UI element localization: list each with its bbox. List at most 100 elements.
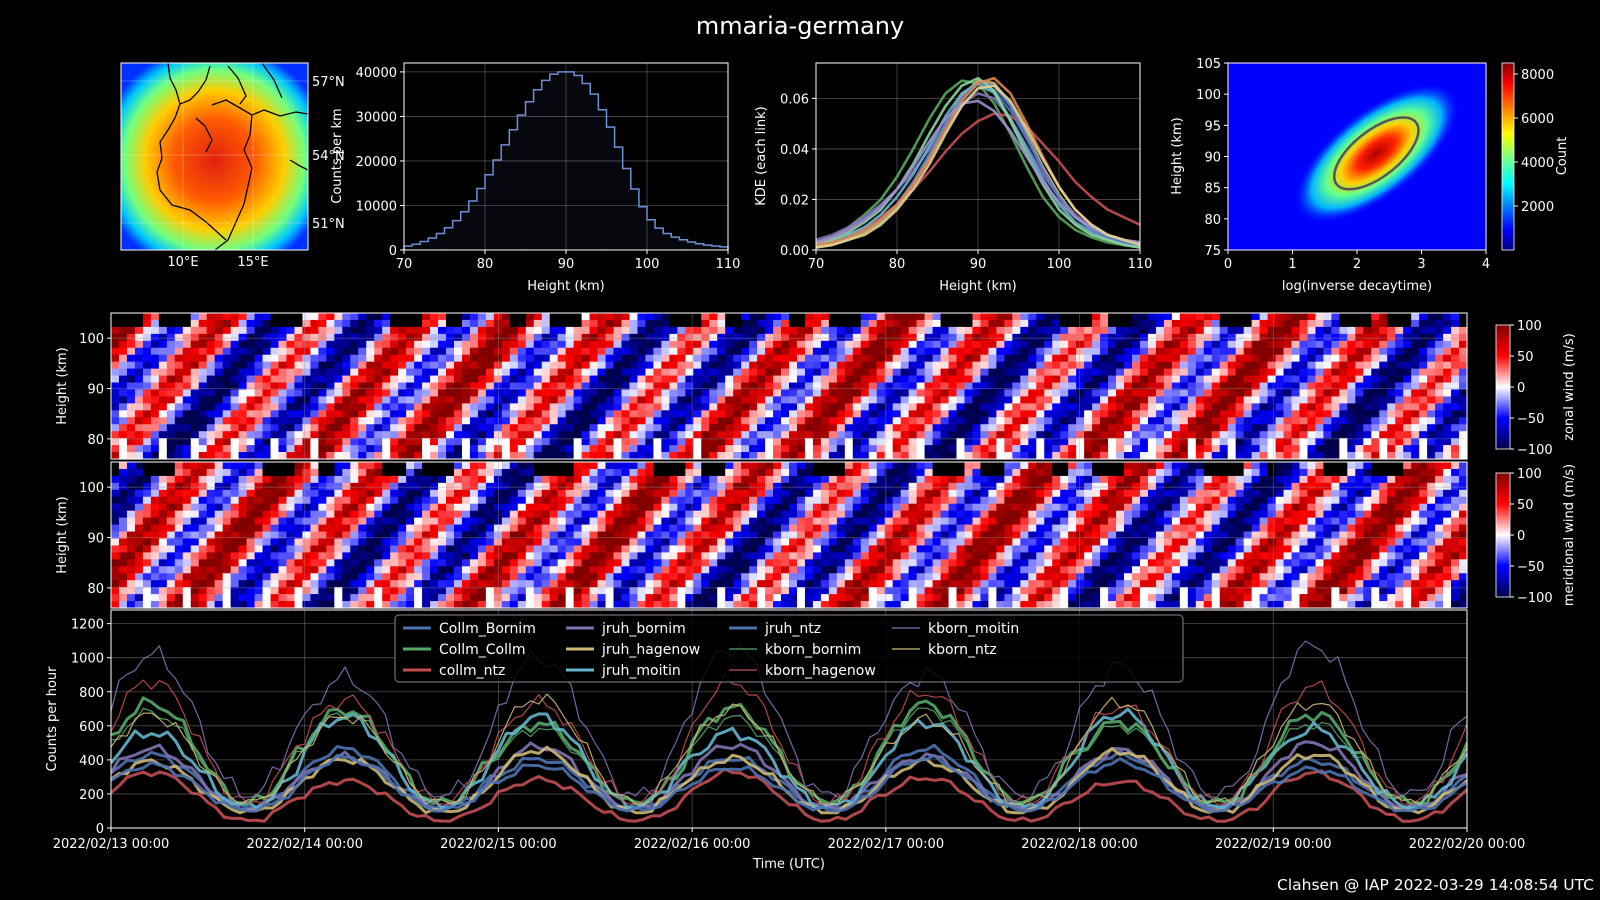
wind-cell [1363, 403, 1372, 411]
wind-cell [294, 545, 304, 553]
wind-cell [238, 375, 248, 384]
wind-cell [477, 503, 487, 512]
wind-cell [1195, 361, 1205, 370]
wind-cell [517, 552, 527, 560]
wind-cell [430, 566, 439, 574]
wind-cell [430, 489, 439, 498]
wind-cell [1044, 424, 1053, 432]
wind-cell [166, 382, 176, 391]
wind-cell [1323, 438, 1332, 446]
wind-cell [1291, 375, 1301, 384]
wind-cell [238, 545, 248, 553]
wind-cell [796, 410, 806, 418]
wind-cell [804, 382, 814, 391]
wind-cell [1100, 313, 1109, 321]
wind-cell [166, 482, 176, 491]
wind-cell [1028, 382, 1037, 391]
wind-cell [302, 382, 312, 391]
wind-cell [174, 445, 184, 453]
wind-cell [262, 482, 272, 491]
wind-cell [254, 545, 264, 553]
wind-cell [844, 340, 854, 349]
wind-cell [469, 375, 479, 384]
wind-cell [1012, 326, 1021, 335]
wind-cell [501, 368, 511, 377]
wind-cell [406, 403, 415, 411]
wind-cell [310, 496, 319, 505]
map-ytick-1: 57°N [312, 75, 345, 90]
wind-cell [1084, 313, 1093, 321]
wind-cell [238, 354, 248, 363]
wind-cell [1259, 431, 1269, 439]
wind-cell [1131, 438, 1141, 446]
wind-cell [1068, 340, 1077, 349]
wind-cell [988, 417, 997, 425]
wind-cell [182, 482, 192, 491]
wind-cell [996, 340, 1005, 349]
wind-cell [533, 517, 543, 526]
wind-cell [286, 333, 296, 342]
wind-cell [741, 445, 750, 453]
wind-cell [366, 566, 375, 574]
wind-cell [557, 438, 567, 446]
wind-cell [557, 431, 567, 439]
wind-cell [469, 396, 479, 404]
wind-cell [438, 468, 447, 477]
wind-cell [406, 410, 415, 418]
wind-cell [310, 559, 319, 567]
wind-cell [1411, 375, 1420, 384]
wind-cell [334, 559, 343, 567]
wind-cell [390, 503, 399, 512]
wind-cell [390, 594, 399, 602]
wind-cell [1195, 340, 1205, 349]
wind-cell [318, 468, 327, 477]
wind-cell [1203, 438, 1213, 446]
wind-cell [1435, 417, 1444, 425]
wind-cell [1171, 319, 1181, 328]
wind-cell [1084, 382, 1093, 391]
wind-cell [1052, 417, 1061, 425]
wind-cell [310, 587, 319, 595]
wind-cell [661, 403, 670, 411]
wind-cell [509, 319, 519, 328]
wind-cell [1179, 354, 1189, 363]
wind-cell [517, 452, 527, 460]
wind-cell [1147, 354, 1157, 363]
wind-cell [278, 580, 288, 588]
wind-cell [1155, 368, 1165, 377]
wind-cell [485, 452, 495, 460]
wind-cell [812, 410, 822, 418]
wind-cell [302, 580, 312, 588]
wind-cell [374, 503, 383, 512]
wind-cell [1012, 424, 1021, 432]
wind-cell [828, 326, 838, 335]
wind-cell [964, 375, 974, 384]
wind-cell [1068, 417, 1077, 425]
wind-cell [773, 340, 782, 349]
wind-cell [541, 354, 551, 363]
wind-cell [398, 566, 407, 574]
wind-cell [1036, 347, 1045, 356]
wind-cell [453, 580, 463, 588]
wind-cell [501, 462, 511, 470]
wind-cell [334, 587, 343, 595]
wind-cell [302, 510, 312, 519]
wind-cell [956, 382, 966, 391]
wind-cell [1195, 333, 1205, 342]
wind-cell [1427, 313, 1436, 321]
wind-cell [1124, 424, 1133, 432]
wind-cell [222, 410, 232, 418]
wind-cell [198, 594, 208, 602]
wind-cell [190, 424, 200, 432]
wind-cell [342, 503, 351, 512]
wind-cell [1068, 319, 1077, 328]
wind-cell [844, 375, 854, 384]
wind-cell [1052, 354, 1061, 363]
wind-cell [541, 545, 551, 553]
wind-cell [350, 389, 359, 398]
wind-cell [326, 524, 335, 533]
wind-cell [733, 403, 742, 411]
wind-cell [557, 389, 567, 398]
wind-cell [685, 410, 694, 418]
wind-cell [398, 438, 407, 446]
